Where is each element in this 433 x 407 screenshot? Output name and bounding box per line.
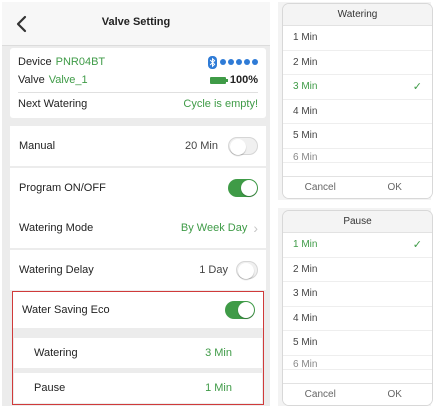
valve-name: Valve_1 — [48, 74, 88, 86]
manual-value: 20 Min — [184, 140, 218, 152]
watering-delay-toggle[interactable] — [236, 261, 258, 279]
watering-delay-value: 1 Day — [199, 264, 228, 276]
valve-row: Valve Valve_1 100% — [18, 71, 258, 89]
device-name: PNR04BT — [55, 56, 106, 68]
next-watering-row: Next Watering Cycle is empty! — [18, 95, 258, 113]
battery-level: 100% — [229, 74, 258, 86]
divider — [18, 92, 258, 93]
battery-icon — [209, 76, 228, 84]
eco-highlight-box — [12, 291, 264, 405]
watering-delay-label: Watering Delay — [19, 264, 94, 276]
watering-option[interactable]: 2 Min — [283, 51, 432, 75]
watering-picker-footer: Cancel OK — [283, 176, 432, 198]
program-label: Program ON/OFF — [19, 182, 106, 194]
page-title: Valve Setting — [101, 16, 171, 28]
pause-picker-footer: Cancel OK — [283, 383, 432, 405]
watering-picker-title: Watering — [283, 4, 432, 26]
nav-bar: Valve Setting — [2, 2, 270, 46]
pause-picker-dialog: Pause 1 Min ✓ 2 Min 3 Min 4 Min 5 Min 6 M… — [283, 211, 432, 405]
signal-strength-icon — [220, 59, 258, 65]
program-toggle[interactable] — [228, 179, 258, 197]
cancel-button[interactable]: Cancel — [283, 177, 358, 198]
pause-option-selected[interactable]: 1 Min ✓ — [283, 233, 432, 258]
watering-mode-row[interactable]: Watering Mode By Week Day › — [10, 208, 266, 248]
device-label: Device — [18, 56, 52, 68]
checkmark-icon: ✓ — [412, 81, 422, 94]
valve-setting-screen: Valve Setting Device PNR04BT Valve Valve… — [2, 2, 270, 406]
watering-option[interactable]: 5 Min — [283, 124, 432, 149]
next-watering-label: Next Watering — [18, 98, 88, 110]
chevron-right-icon: › — [253, 220, 258, 236]
manual-toggle[interactable] — [228, 137, 258, 155]
pause-option[interactable]: 2 Min — [283, 258, 432, 282]
program-row: Program ON/OFF — [10, 168, 266, 208]
pause-picker-title: Pause — [283, 211, 432, 233]
cancel-button[interactable]: Cancel — [283, 384, 358, 405]
bluetooth-icon — [208, 55, 217, 69]
next-watering-value: Cycle is empty! — [183, 98, 258, 110]
watering-option[interactable]: 1 Min — [283, 26, 432, 51]
device-row: Device PNR04BT — [18, 53, 258, 71]
pause-option[interactable]: 3 Min — [283, 282, 432, 307]
valve-label: Valve — [18, 74, 45, 86]
checkmark-icon: ✓ — [412, 239, 422, 252]
device-info-card: Device PNR04BT Valve Valve_1 100% Next W… — [10, 48, 266, 118]
watering-option-selected[interactable]: 3 Min ✓ — [283, 75, 432, 100]
watering-mode-label: Watering Mode — [19, 222, 94, 234]
ok-button[interactable]: OK — [358, 177, 433, 198]
manual-label: Manual — [19, 140, 56, 152]
pause-option[interactable]: 5 Min — [283, 331, 432, 356]
pause-option[interactable]: 6 Min — [283, 356, 432, 370]
ok-button[interactable]: OK — [358, 384, 433, 405]
watering-option[interactable]: 6 Min — [283, 149, 432, 163]
manual-row[interactable]: Manual 20 Min — [10, 126, 266, 166]
watering-option[interactable]: 4 Min — [283, 100, 432, 124]
watering-delay-row[interactable]: Watering Delay 1 Day — [10, 250, 266, 290]
watering-picker-dialog: Watering 1 Min 2 Min 3 Min ✓ 4 Min 5 Min … — [283, 4, 432, 198]
pause-option[interactable]: 4 Min — [283, 307, 432, 331]
watering-mode-value: By Week Day — [180, 222, 248, 234]
